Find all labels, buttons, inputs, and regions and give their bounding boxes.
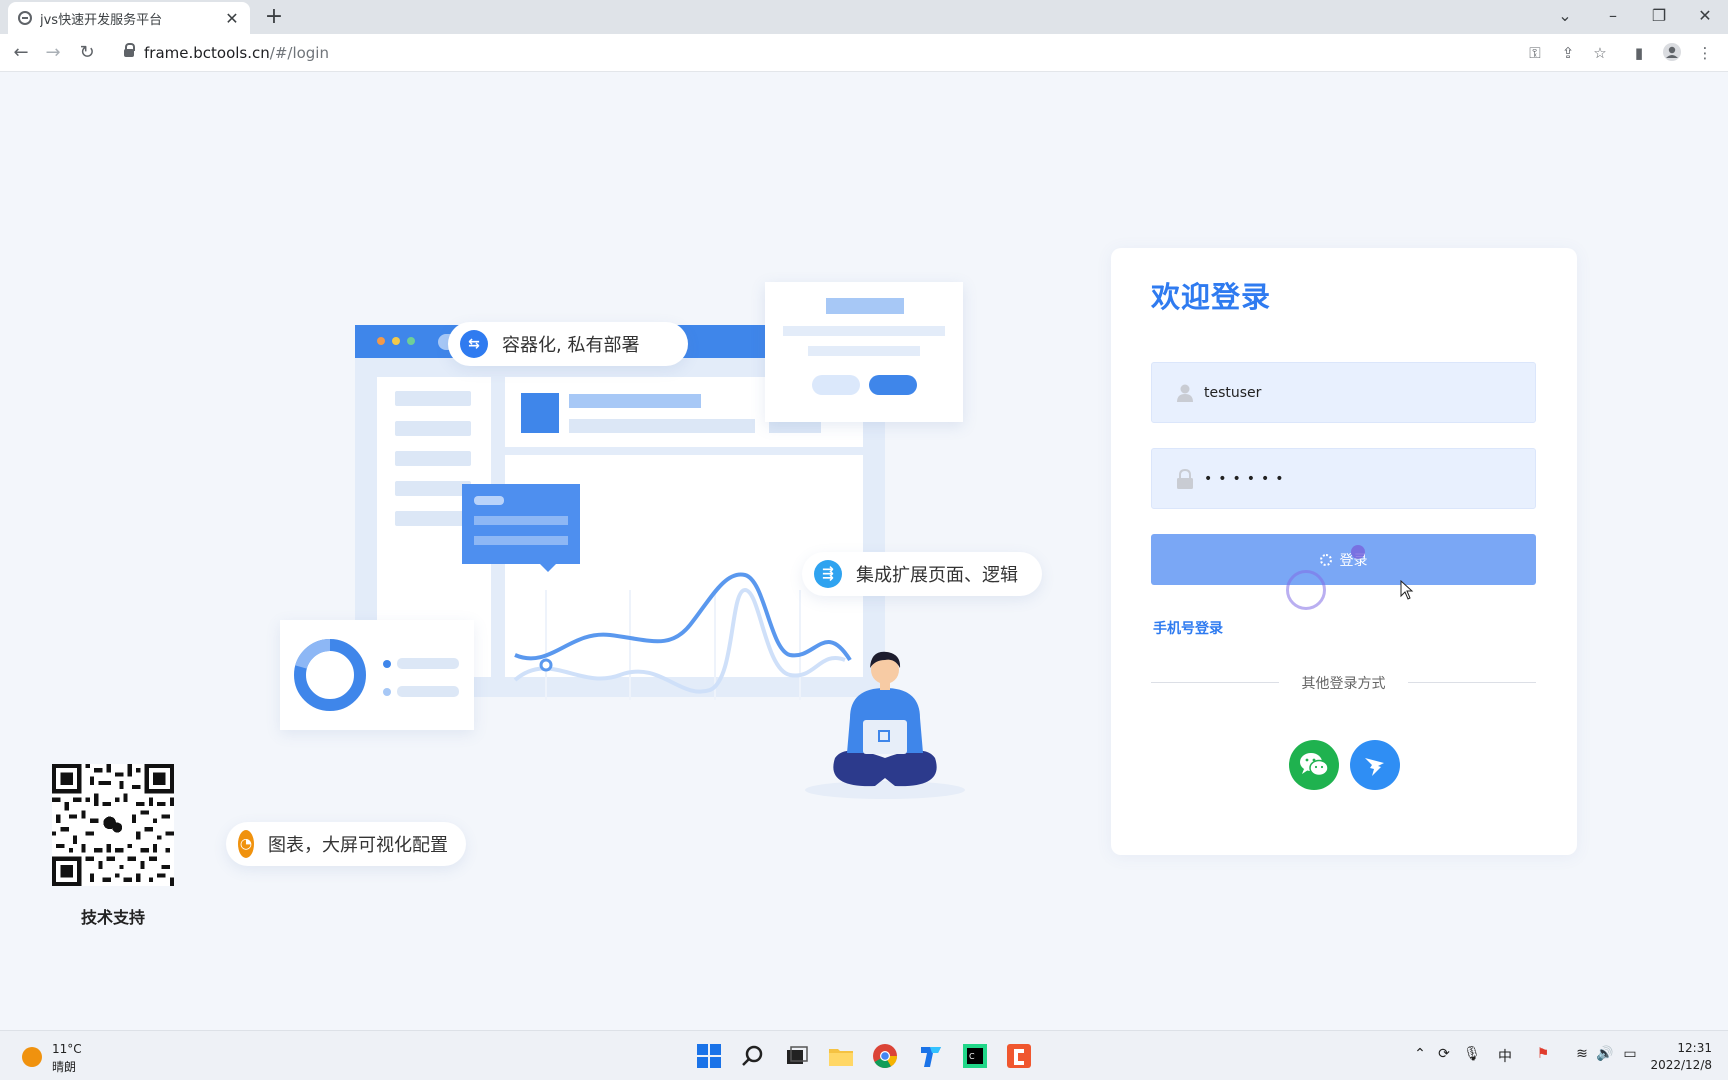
tray-overflow-icon[interactable]: ⌃ [1410, 1046, 1430, 1062]
login-card: 欢迎登录 •••••• 登录 手机号登录 其他登录方式 [1111, 248, 1577, 855]
wifi-icon[interactable]: ≋ [1572, 1046, 1592, 1062]
reload-icon[interactable]: ↻ [74, 40, 100, 66]
sun-weather-icon[interactable] [22, 1047, 42, 1067]
illustration-dialog-card [765, 282, 963, 422]
share-icon[interactable]: ⇪ [1557, 42, 1579, 64]
click-indicator [1286, 570, 1326, 610]
password-input[interactable]: •••••• [1204, 471, 1290, 487]
flow-branch-icon: ⇶ [814, 560, 842, 588]
lock-icon [1176, 468, 1194, 489]
battery-icon[interactable]: ▭ [1620, 1046, 1640, 1062]
forward-arrow-icon[interactable]: → [40, 40, 66, 66]
other-login-label: 其他登录方式 [1301, 676, 1386, 692]
illustration-tooltip-card [462, 484, 580, 572]
task-view-icon[interactable] [784, 1043, 810, 1069]
dingtalk-icon [1365, 758, 1384, 776]
globe-icon [18, 11, 32, 25]
weather-temperature: 11°C [52, 1042, 82, 1056]
dingtalk-login-button[interactable] [1350, 740, 1400, 790]
app-red-icon[interactable] [1006, 1043, 1032, 1069]
pycharm-icon[interactable]: C [962, 1043, 988, 1069]
donut-chart-graphic [294, 638, 366, 711]
feature-pill-chart: ◔ 图表，大屏可视化配置 [226, 822, 466, 866]
wechat-icon [1300, 753, 1329, 777]
volume-icon[interactable]: 🔊 [1595, 1046, 1615, 1062]
browser-tab-strip: jvs快速开发服务平台 ✕ + ⌄ – ❐ ✕ [0, 0, 1728, 34]
person-with-laptop-graphic [805, 651, 965, 799]
chrome-icon[interactable] [872, 1043, 898, 1069]
weather-description: 晴朗 [52, 1060, 77, 1074]
minimize-icon[interactable]: – [1598, 2, 1628, 30]
windows-taskbar: 11°C 晴朗 C ⌃ ⟳ 🎙 中 ⚑ ≋ 🔊 ▭ 12:31 2022/12/… [0, 1030, 1728, 1080]
browser-menu-icon[interactable]: ⋮ [1694, 42, 1716, 64]
close-window-icon[interactable]: ✕ [1690, 2, 1720, 30]
feature-pill-extend: ⇶ 集成扩展页面、逻辑 [802, 552, 1042, 596]
swap-arrows-icon: ⇆ [460, 330, 488, 358]
other-login-divider: 其他登录方式 [1151, 673, 1536, 693]
tab-title: jvs快速开发服务平台 [40, 12, 163, 28]
feature-pill-container: ⇆ 容器化, 私有部署 [448, 322, 688, 366]
pie-chart-icon: ◔ [238, 830, 254, 858]
password-field[interactable]: •••••• [1151, 448, 1536, 509]
url-host: frame.bctools.cn [144, 44, 270, 62]
login-title: 欢迎登录 [1151, 280, 1272, 314]
phone-login-link[interactable]: 手机号登录 [1153, 618, 1223, 638]
tab-search-icon[interactable]: ⌄ [1550, 2, 1580, 30]
username-field[interactable] [1151, 362, 1536, 423]
restore-icon[interactable]: ❐ [1644, 2, 1674, 30]
profile-icon[interactable] [1661, 42, 1683, 64]
lock-icon [124, 43, 135, 57]
windows-start-icon[interactable] [696, 1043, 722, 1069]
key-icon[interactable]: ⚿ [1524, 42, 1546, 64]
clock-time[interactable]: 12:31 [1677, 1041, 1712, 1055]
browser-toolbar: ← → ↻ frame.bctools.cn /#/login ⚿ ⇪ ☆ ▮ … [0, 34, 1728, 72]
mouse-cursor-icon [1400, 580, 1414, 600]
new-tab-button[interactable]: + [262, 4, 286, 29]
side-panel-icon[interactable]: ▮ [1628, 42, 1650, 64]
illustration-donut-card [280, 620, 474, 730]
tab-close-icon[interactable]: ✕ [224, 9, 240, 28]
user-icon [1176, 383, 1194, 403]
back-arrow-icon[interactable]: ← [8, 40, 34, 66]
wechat-qr-code [52, 764, 174, 886]
login-button[interactable]: 登录 [1151, 534, 1536, 585]
address-bar[interactable]: frame.bctools.cn /#/login [110, 38, 1620, 68]
qr-support-label: 技术支持 [80, 908, 145, 927]
microphone-icon[interactable]: 🎙 [1462, 1046, 1482, 1062]
sync-icon[interactable]: ⟳ [1434, 1046, 1454, 1062]
clock-date[interactable]: 2022/12/8 [1650, 1058, 1712, 1072]
wechat-login-button[interactable] [1289, 740, 1339, 790]
svg-text:C: C [969, 1052, 975, 1061]
url-path: /#/login [269, 44, 329, 62]
file-explorer-icon[interactable] [828, 1043, 854, 1069]
ime-indicator[interactable]: 中 [1495, 1046, 1515, 1066]
click-indicator-dot [1351, 545, 1365, 559]
loading-spinner-icon [1319, 553, 1332, 566]
app-tray-icon[interactable]: ⚑ [1533, 1046, 1553, 1062]
bookmark-star-icon[interactable]: ☆ [1589, 42, 1611, 64]
browser-tab-active[interactable]: jvs快速开发服务平台 ✕ [8, 2, 250, 34]
search-icon[interactable] [740, 1043, 766, 1069]
username-input[interactable] [1204, 384, 1504, 401]
app-t-icon[interactable] [918, 1043, 944, 1069]
